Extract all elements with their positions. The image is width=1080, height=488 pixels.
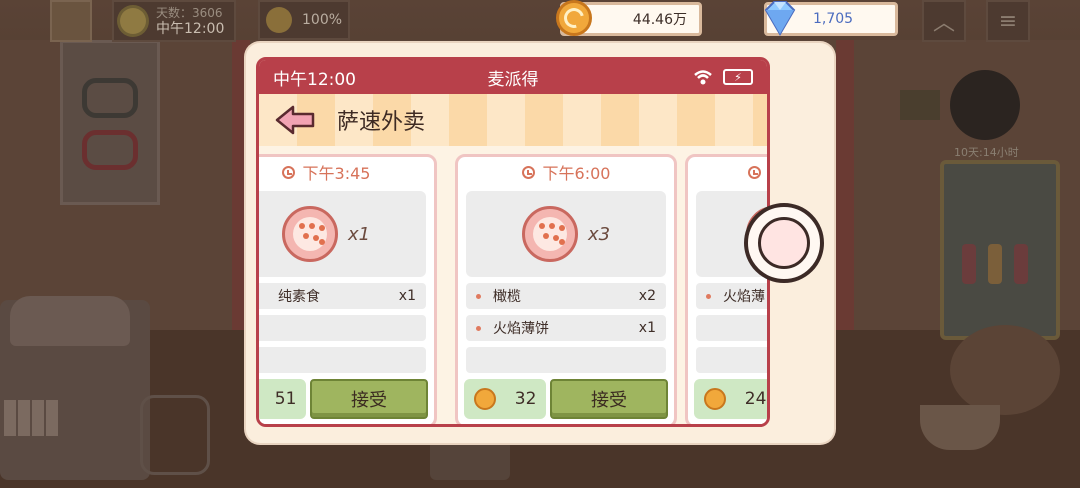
smiley-icon <box>266 7 292 33</box>
order-item-empty <box>696 347 767 373</box>
clock-icon <box>748 165 761 179</box>
pizza-preview: x3 <box>466 191 666 277</box>
price-value: 24 <box>744 389 767 409</box>
event-timer: 10天:14小时 <box>954 146 1019 159</box>
app-header: 萨速外卖 <box>259 94 767 146</box>
day-time-panel: 天数：3606 中午12:00 <box>112 0 236 42</box>
page-title: 萨速外卖 <box>337 110 426 135</box>
reward-price: 51 <box>259 379 306 419</box>
order-item-empty <box>259 347 426 373</box>
accept-button[interactable]: 接受 <box>310 379 428 419</box>
delivery-time: 下午3:45 <box>302 164 371 183</box>
time-of-day: 中午12:00 <box>156 21 225 37</box>
item-name: 火焰薄 <box>723 289 765 305</box>
diamond-icon <box>764 1 796 36</box>
battery-charging-icon: ⚡ <box>723 69 753 85</box>
item-quantity: x1 <box>398 288 416 304</box>
drink-fridge[interactable] <box>940 160 1060 340</box>
teacup <box>920 405 1000 450</box>
order-item-empty <box>259 315 426 341</box>
controller-sign <box>60 40 160 205</box>
player-avatar[interactable] <box>50 0 92 42</box>
reward-price: 24 <box>694 379 767 419</box>
item-quantity: x1 <box>638 320 656 336</box>
teapot <box>950 325 1060 415</box>
order-item: 火焰薄 <box>696 283 767 309</box>
order-item: 火焰薄饼 x1 <box>466 315 666 341</box>
order-card: 下午3:45 x1 纯素食 x1 51 接受 <box>259 154 437 424</box>
price-value: 51 <box>274 389 297 409</box>
pizza-preview: x1 <box>259 191 426 277</box>
reward-price: 32 <box>464 379 546 419</box>
dice-decoration <box>430 440 510 480</box>
item-name: 纯素食 <box>278 289 320 305</box>
clock-icon <box>521 165 535 179</box>
gem-amount: 1,705 <box>813 11 854 27</box>
pizza-icon <box>281 206 338 262</box>
lamp <box>900 90 940 120</box>
app-name: 麦派得 <box>487 69 539 90</box>
item-name: 橄榄 <box>493 289 521 305</box>
pizza-icon <box>521 206 578 262</box>
coin-icon <box>556 0 592 36</box>
orders-carousel[interactable]: 下午3:45 x1 纯素食 x1 51 接受 下午6:00 x3 橄榄 x2 火… <box>259 146 767 424</box>
order-item: 纯素食 x1 <box>259 283 426 309</box>
delivery-time: 下午6:00 <box>542 164 611 183</box>
day-counter: 天数：3606 <box>156 6 223 20</box>
phone-screen: 中午12:00 麦派得 ⚡ 萨速外卖 下午3:45 x1 纯素食 x1 51 接… <box>256 57 770 427</box>
pizza-quantity: x1 <box>347 223 371 245</box>
phone-status-bar: 中午12:00 麦派得 ⚡ <box>259 60 767 94</box>
back-arrow-icon[interactable] <box>275 105 315 135</box>
coin-icon <box>473 388 496 410</box>
jar <box>140 395 210 475</box>
gamepad-red-icon <box>82 130 138 170</box>
coin-icon <box>703 388 726 410</box>
order-item-empty <box>696 315 767 341</box>
order-card: 火焰薄 24 <box>685 154 767 424</box>
price-value: 32 <box>514 389 537 409</box>
clock-icon <box>281 165 295 179</box>
wifi-icon <box>694 70 712 85</box>
chevron-up-icon[interactable]: ︿ <box>922 0 966 42</box>
accept-button[interactable]: 接受 <box>550 379 668 419</box>
phone-window: 中午12:00 麦派得 ⚡ 萨速外卖 下午3:45 x1 纯素食 x1 51 接… <box>246 43 834 443</box>
coin-amount: 44.46万 <box>632 12 687 28</box>
mood-panel: 100% <box>258 0 350 40</box>
pizza-quantity: x3 <box>587 223 611 245</box>
sun-icon <box>120 8 146 34</box>
mood-percent: 100% <box>302 12 343 28</box>
order-card: 下午6:00 x3 橄榄 x2 火焰薄饼 x1 32 接受 <box>455 154 677 424</box>
gamepad-icon <box>82 78 138 118</box>
item-name: 火焰薄饼 <box>493 321 549 337</box>
detective-icon[interactable] <box>950 70 1020 140</box>
hamburger-menu-icon[interactable]: ≡ <box>986 0 1030 42</box>
item-quantity: x2 <box>638 288 656 304</box>
phone-home-button[interactable] <box>744 203 824 283</box>
pillar <box>836 40 854 340</box>
order-item-empty <box>466 347 666 373</box>
order-item: 橄榄 x2 <box>466 283 666 309</box>
cat-decoration <box>10 296 130 346</box>
